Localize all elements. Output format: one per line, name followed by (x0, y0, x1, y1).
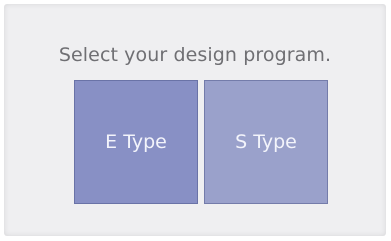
s-type-label: S Type (235, 131, 297, 153)
e-type-button[interactable]: E Type (74, 80, 198, 204)
e-type-label: E Type (105, 131, 167, 153)
design-program-screen: Select your design program. E Type S Typ… (4, 4, 386, 236)
prompt-text: Select your design program. (58, 44, 332, 66)
s-type-button[interactable]: S Type (204, 80, 328, 204)
